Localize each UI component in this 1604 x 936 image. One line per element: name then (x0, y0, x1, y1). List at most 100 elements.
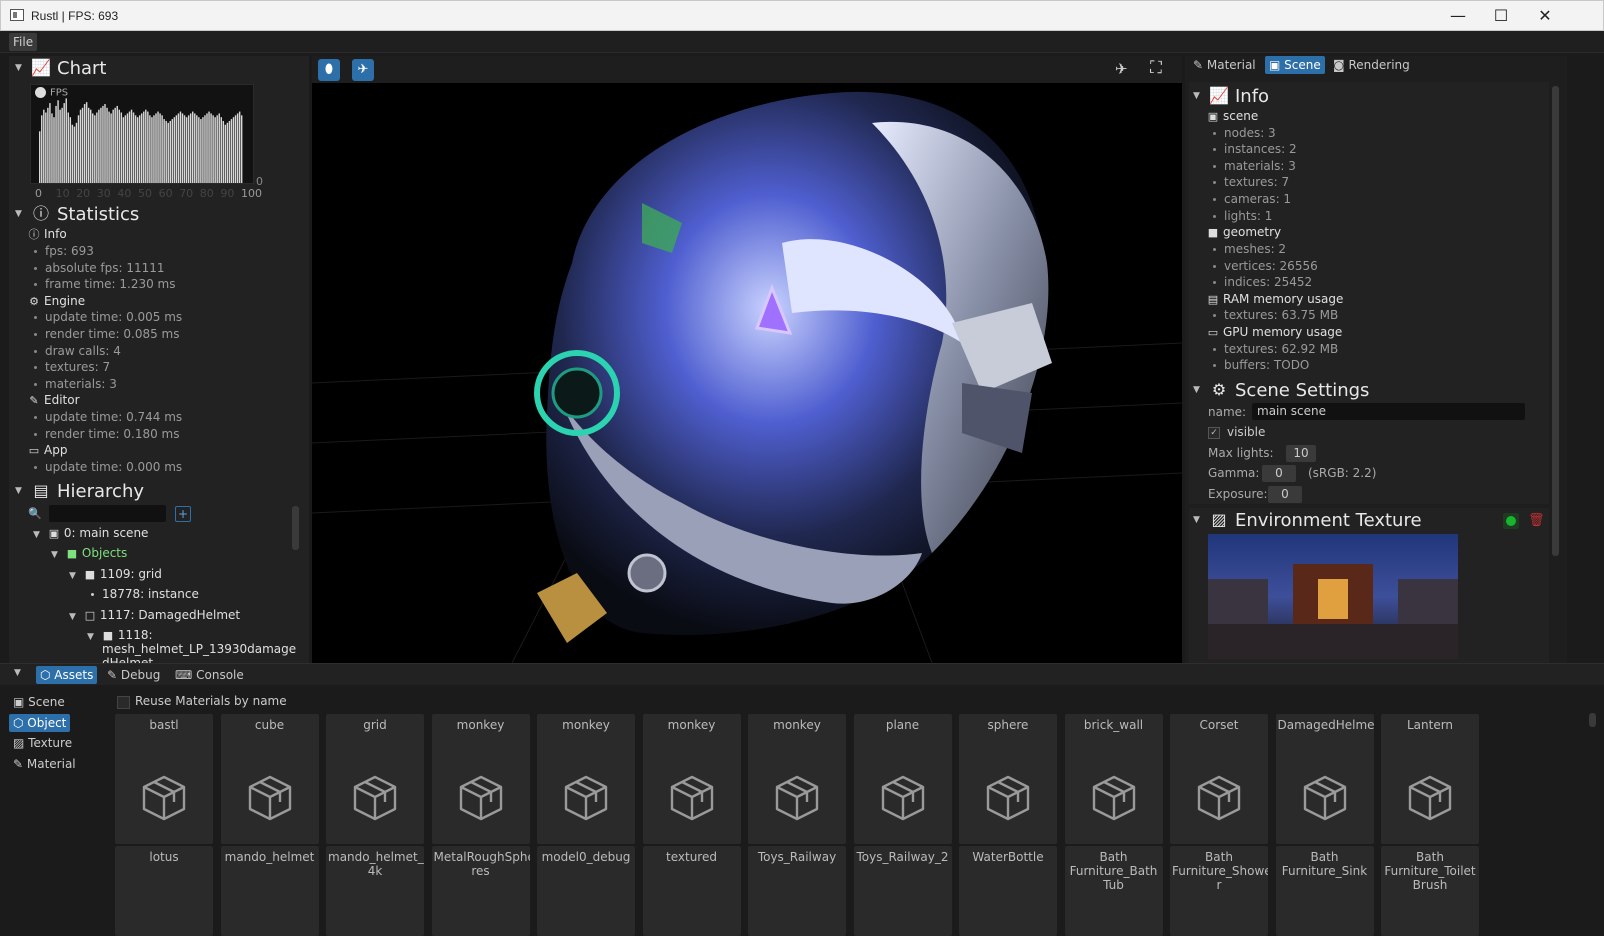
asset-tile[interactable]: Bath Furniture_Showe r (1170, 846, 1268, 936)
asset-tile[interactable]: model0_debug (537, 846, 635, 936)
asset-tile[interactable]: lotus (115, 846, 213, 936)
asset-label: monkey (773, 718, 821, 732)
pin-icon[interactable]: ✈ (1115, 60, 1128, 78)
asset-tile[interactable]: bastl (115, 714, 213, 844)
asset-tile[interactable]: textured (642, 846, 741, 936)
chart-icon: 📈 (1209, 86, 1229, 105)
fps-bar (224, 124, 227, 183)
3d-viewport[interactable]: ⬮ ✈ ✈ ⛶ (312, 56, 1182, 663)
cube-icon (986, 775, 1030, 821)
trash-icon[interactable]: 🗑 (1528, 513, 1545, 528)
fps-bar (120, 112, 123, 183)
fps-bar (216, 115, 218, 183)
fullscreen-icon[interactable]: ⛶ (1150, 58, 1162, 78)
assets-scrollbar[interactable] (1589, 713, 1596, 727)
hierarchy-node[interactable]: ▼ ■ Objects (51, 545, 127, 562)
asset-tile[interactable]: Toys_Railway_2 (853, 846, 952, 936)
objects-icon: ■ (66, 547, 78, 560)
asset-tile[interactable]: Corset (1170, 714, 1268, 844)
asset-tile[interactable]: mando_helmet_ 4k (326, 846, 424, 936)
asset-tile[interactable]: brick_wall (1064, 714, 1163, 844)
add-node-button[interactable]: + (175, 506, 191, 522)
collapse-triangle-icon[interactable]: ▼ (14, 668, 21, 678)
scene-name-input[interactable]: main scene (1252, 403, 1525, 420)
plane-tool-icon[interactable]: ✈ (352, 59, 374, 81)
asset-label: Bath Furniture_Bath Tub (1069, 850, 1158, 892)
image-icon: ▨ (1211, 510, 1227, 529)
hierarchy-scrollbar[interactable] (292, 506, 299, 550)
hierarchy-section-header[interactable]: ▼ ▤ Hierarchy (9, 479, 144, 503)
fps-bar (77, 115, 80, 183)
fps-bar (108, 111, 110, 183)
asset-tile[interactable]: Lantern (1381, 714, 1479, 844)
active-toggle-button[interactable] (1503, 513, 1519, 529)
max-lights-input[interactable]: 10 (1286, 445, 1316, 462)
asset-tile[interactable]: DamagedHelmet (1275, 714, 1374, 844)
statistics-section-header[interactable]: ▼ ⓘ Statistics (9, 202, 139, 226)
asset-tile[interactable]: grid (326, 714, 424, 844)
tab-assets[interactable]: ⬡ Assets (36, 666, 98, 684)
tab-rendering[interactable]: ◙ Rendering (1329, 56, 1414, 74)
chart-legend-fps[interactable]: FPS (35, 87, 68, 99)
asset-tile[interactable]: mando_helmet (220, 846, 319, 936)
fps-bar (218, 113, 220, 183)
stats-editor-group: ✎ Editor (29, 393, 80, 407)
assets-nav-material[interactable]: ✎ Material (9, 755, 80, 773)
asset-label: DamagedHelmet (1277, 718, 1374, 732)
fps-bar (112, 109, 114, 183)
fps-bar (85, 102, 88, 183)
assets-nav-object[interactable]: ⬡ Object (9, 714, 71, 732)
asset-tile[interactable]: monkey (537, 714, 635, 844)
asset-tile[interactable]: Bath Furniture_Bath Tub (1064, 846, 1163, 936)
fps-bar (106, 107, 108, 183)
material-icon: ✎ (1193, 58, 1207, 72)
asset-tile[interactable]: WaterBottle (959, 846, 1057, 936)
tab-material[interactable]: ✎ Material (1189, 56, 1260, 74)
gamma-input[interactable]: 0 (1262, 465, 1296, 482)
environment-texture-header[interactable]: ▼ ▨ Environment Texture (1187, 508, 1422, 532)
chart-x-tick: 30 (96, 187, 111, 200)
hierarchy-node[interactable]: ▼ ▣ 0: main scene (33, 525, 148, 542)
fps-bar (149, 115, 151, 183)
fps-bar (75, 122, 78, 183)
tab-scene[interactable]: ▣ Scene (1265, 56, 1325, 74)
file-menu[interactable]: File (9, 33, 38, 51)
chart-section-header[interactable]: ▼ 📈 Chart (9, 56, 106, 80)
reuse-materials-checkbox[interactable] (117, 696, 130, 709)
assets-nav-scene[interactable]: ▣ Scene (9, 693, 69, 711)
visible-checkbox[interactable]: ✓ (1208, 427, 1220, 439)
hierarchy-search-input[interactable] (49, 505, 166, 522)
hierarchy-node[interactable]: ▼ □ 1117: DamagedHelmet (69, 607, 240, 624)
stat-item: update time: 0.005 ms (34, 309, 182, 326)
asset-tile[interactable]: monkey (431, 714, 530, 844)
scene-settings-header[interactable]: ▼ ⚙ Scene Settings (1187, 378, 1369, 402)
info-section-header[interactable]: ▼ 📈 Info (1187, 84, 1269, 108)
exposure-input[interactable]: 0 (1268, 486, 1302, 503)
cube-icon (142, 775, 186, 821)
asset-tile[interactable]: MetalRoughSphe res (431, 846, 530, 936)
asset-tile[interactable]: Bath Furniture_Toilet Brush (1381, 846, 1479, 936)
asset-tile[interactable]: monkey (642, 714, 741, 844)
asset-tile[interactable]: monkey (748, 714, 846, 844)
asset-tile[interactable]: sphere (959, 714, 1057, 844)
object-outline-icon: □ (84, 609, 96, 622)
close-button[interactable]: ✕ (1525, 4, 1565, 28)
fps-bar (81, 107, 84, 183)
asset-tile[interactable]: Bath Furniture_Sink (1275, 846, 1374, 936)
asset-tile[interactable]: plane (853, 714, 952, 844)
fps-bar (192, 111, 194, 183)
chart-icon: 📈 (31, 58, 51, 77)
pill-tool-icon[interactable]: ⬮ (318, 59, 340, 81)
assets-nav-texture[interactable]: ▨ Texture (9, 734, 76, 752)
tab-console[interactable]: ⌨ Console (171, 666, 248, 684)
right-panel-scrollbar[interactable] (1552, 86, 1559, 556)
hierarchy-node[interactable]: 18778: instance (91, 586, 199, 603)
asset-tile[interactable]: Toys_Railway (748, 846, 846, 936)
fps-bar (49, 103, 51, 183)
minimize-button[interactable]: — (1438, 4, 1478, 28)
hierarchy-node[interactable]: ▼ ■ 1109: grid (69, 566, 162, 583)
tab-debug[interactable]: ✎ Debug (103, 666, 164, 684)
asset-tile[interactable]: cube (220, 714, 319, 844)
maximize-button[interactable]: ☐ (1481, 4, 1521, 28)
asset-label: Toys_Railway (757, 850, 837, 864)
